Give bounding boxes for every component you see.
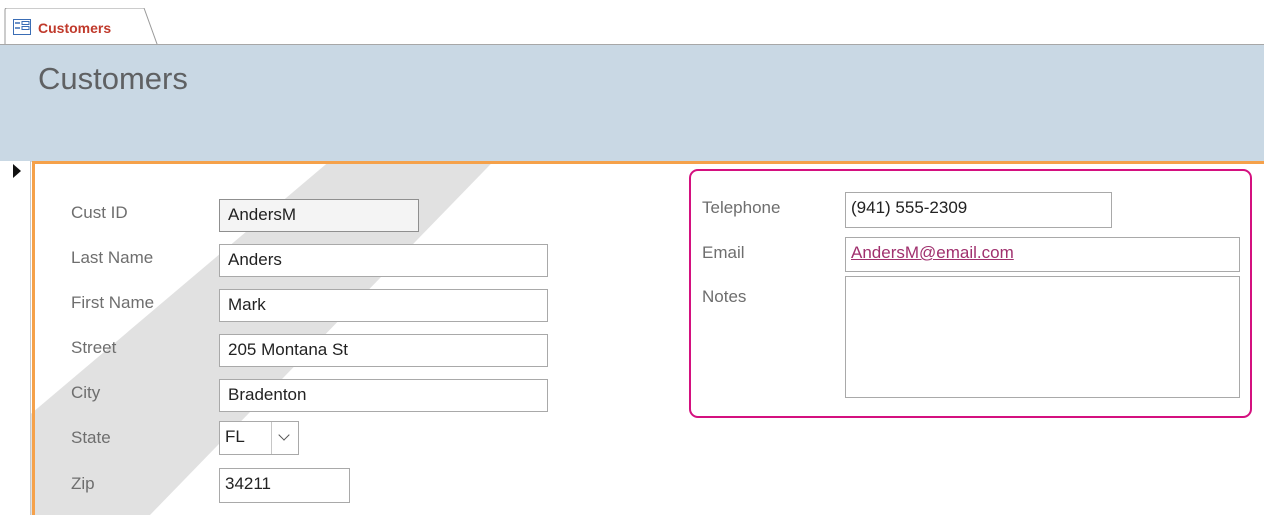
document-tab-bar: Customers (0, 0, 1264, 46)
email-field[interactable]: AndersM@email.com (845, 237, 1240, 272)
form-icon (13, 19, 31, 35)
state-label: State (71, 428, 111, 447)
city-field[interactable]: Bradenton (219, 379, 548, 412)
selection-border-left (32, 161, 35, 515)
tab-label: Customers (38, 20, 112, 36)
record-pointer-icon (13, 164, 21, 178)
chevron-down-icon[interactable] (271, 422, 298, 454)
telephone-label: Telephone (702, 198, 781, 217)
selection-border-top (32, 161, 1264, 164)
email-label: Email (702, 243, 745, 262)
record-selector[interactable] (0, 161, 31, 515)
street-label: Street (71, 338, 117, 357)
state-combobox[interactable]: FL (219, 421, 299, 455)
first-name-field[interactable]: Mark (219, 289, 548, 322)
notes-label: Notes (702, 287, 747, 306)
notes-field[interactable] (845, 276, 1240, 398)
last-name-field[interactable]: Anders (219, 244, 548, 277)
form-title: Customers (38, 61, 188, 96)
first-name-label: First Name (71, 293, 155, 312)
telephone-field[interactable]: (941) 555-2309 (845, 192, 1112, 228)
cust-id-field[interactable]: AndersM (219, 199, 419, 232)
email-link[interactable]: AndersM@email.com (851, 243, 1014, 262)
cust-id-label: Cust ID (71, 203, 128, 222)
tab-customers[interactable]: Customers (4, 8, 158, 46)
state-value: FL (225, 427, 245, 446)
city-label: City (71, 383, 101, 402)
street-field[interactable]: 205 Montana St (219, 334, 548, 367)
form-header (0, 44, 1264, 162)
zip-label: Zip (71, 474, 95, 493)
last-name-label: Last Name (71, 248, 154, 267)
zip-field[interactable]: 34211 (219, 468, 350, 503)
